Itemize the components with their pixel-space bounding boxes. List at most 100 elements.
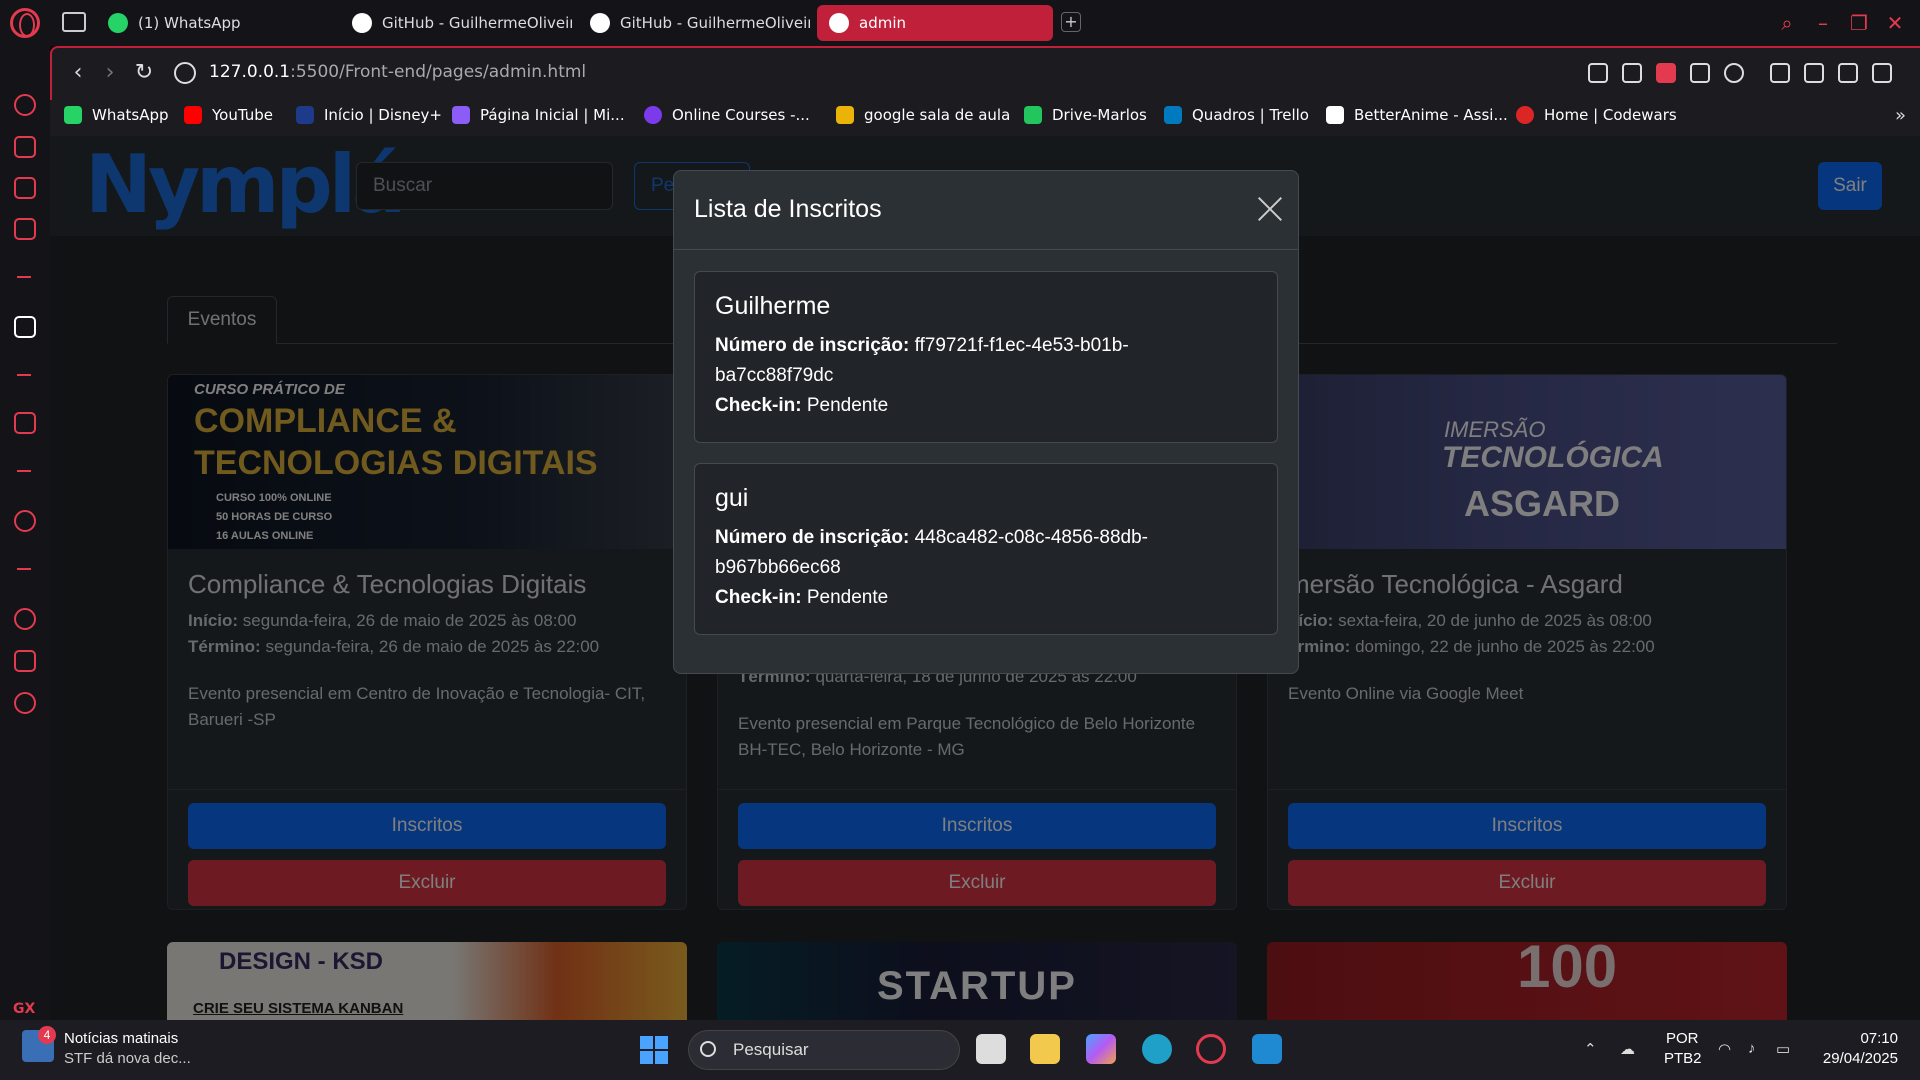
clock-date[interactable]: 29/04/2025 xyxy=(1818,1050,1898,1067)
edge-icon[interactable] xyxy=(1142,1034,1172,1064)
registration-value: b967bb66ec68 xyxy=(715,557,841,578)
ai-icon[interactable] xyxy=(14,136,36,158)
windows-start-icon[interactable] xyxy=(640,1036,668,1064)
subscriber-name: Guilherme xyxy=(715,292,831,320)
twitch-icon[interactable] xyxy=(14,412,36,434)
bookmark-classroom[interactable]: google sala de aula xyxy=(836,106,1010,124)
easy-setup-icon[interactable] xyxy=(1872,63,1892,83)
language-indicator[interactable]: POR xyxy=(1666,1030,1699,1047)
close-icon[interactable] xyxy=(1256,195,1284,223)
back-button[interactable]: ‹ xyxy=(66,62,90,86)
settings-gear-icon[interactable] xyxy=(14,692,36,714)
reload-button[interactable]: ↻ xyxy=(132,62,156,86)
checkin-value: Pendente xyxy=(806,587,889,608)
vscode-icon[interactable] xyxy=(1252,1034,1282,1064)
whatsapp-icon xyxy=(108,13,128,33)
extensions-icon[interactable] xyxy=(14,650,36,672)
sidebar-divider xyxy=(17,276,31,278)
task-view-icon[interactable] xyxy=(976,1034,1006,1064)
url-host: 127.0.0.1 xyxy=(209,62,291,82)
checkin-value: Pendente xyxy=(806,395,889,416)
player-icon[interactable] xyxy=(14,510,36,532)
bookmark-label: google sala de aula xyxy=(864,106,1011,124)
bookmark-microsoft[interactable]: Página Inicial | Mi... xyxy=(452,106,625,124)
app-icon[interactable] xyxy=(14,316,36,338)
gx-icon[interactable]: GX xyxy=(13,1001,35,1017)
site-info-icon[interactable] xyxy=(174,62,196,84)
disney-icon xyxy=(296,106,314,124)
battery-icon[interactable] xyxy=(1838,63,1858,83)
registration-value: ba7cc88f79dc xyxy=(715,365,834,386)
checkin-label: Check-in: xyxy=(715,587,802,608)
betteranime-icon xyxy=(1326,106,1344,124)
news-subtitle[interactable]: STF dá nova dec... xyxy=(64,1050,191,1067)
browser-tab-bar: (1) WhatsApp GitHub - GuilhermeOliveir G… xyxy=(0,0,1920,46)
messenger-icon[interactable] xyxy=(14,218,36,240)
history-icon[interactable] xyxy=(14,608,36,630)
profile-icon[interactable] xyxy=(1770,63,1790,83)
copilot-icon[interactable] xyxy=(1086,1034,1116,1064)
subscriber-card: Guilherme Número de inscrição: ff79721f-… xyxy=(694,271,1278,443)
play-icon[interactable] xyxy=(1690,63,1710,83)
subscriber-card: gui Número de inscrição: 448ca482-c08c-4… xyxy=(694,463,1278,635)
bookmark-whatsapp[interactable]: WhatsApp xyxy=(64,106,169,124)
bookmark-trello[interactable]: Quadros | Trello xyxy=(1164,106,1309,124)
opera-menu-icon[interactable] xyxy=(10,8,40,38)
bookmark-codewars[interactable]: Home | Codewars xyxy=(1516,106,1677,124)
close-window-button[interactable]: ✕ xyxy=(1884,12,1906,34)
modal-title: Lista de Inscritos xyxy=(694,195,882,223)
browser-sidebar: GX ••• xyxy=(0,46,50,1057)
volume-icon[interactable]: ♪ xyxy=(1748,1040,1756,1057)
subscriber-name: gui xyxy=(715,484,749,512)
pocket-icon[interactable] xyxy=(1656,63,1676,83)
forward-button[interactable]: › xyxy=(98,62,122,86)
bookmark-betteranime[interactable]: BetterAnime - Assi... xyxy=(1326,106,1508,124)
onedrive-icon[interactable]: ☁ xyxy=(1620,1040,1635,1058)
pin-icon[interactable] xyxy=(1588,63,1608,83)
url-field[interactable]: 127.0.0.1:5500/Front-end/pages/admin.htm… xyxy=(209,62,586,82)
registration-value: 448ca482-c08c-4856-88db- xyxy=(914,527,1149,548)
tab-github-1[interactable]: GitHub - GuilhermeOliveir xyxy=(340,5,572,41)
opera-gx-icon[interactable] xyxy=(1196,1034,1226,1064)
whatsapp-icon xyxy=(64,106,82,124)
battery-icon[interactable]: ▭ xyxy=(1776,1040,1790,1058)
keyboard-layout[interactable]: PTB2 xyxy=(1664,1050,1702,1067)
tab-whatsapp[interactable]: (1) WhatsApp xyxy=(96,5,326,41)
bookmark-label: Quadros | Trello xyxy=(1192,106,1309,124)
flow-icon[interactable] xyxy=(14,177,36,199)
new-tab-button[interactable]: + xyxy=(1061,12,1081,32)
tab-github-2[interactable]: GitHub - GuilhermeOliveir xyxy=(578,5,810,41)
tab-label: GitHub - GuilhermeOliveir xyxy=(382,14,572,32)
chevron-up-icon[interactable]: ⌃ xyxy=(1584,1040,1597,1058)
minimize-button[interactable]: – xyxy=(1812,12,1834,34)
search-tabs-icon[interactable]: ⌕ xyxy=(1776,12,1798,34)
search-icon xyxy=(700,1041,716,1057)
tab-label: admin xyxy=(859,14,906,32)
download-icon[interactable] xyxy=(1804,63,1824,83)
opera-icon xyxy=(829,13,849,33)
bookmarks-bar: WhatsApp YouTube Início | Disney+ Página… xyxy=(50,100,1920,136)
bookmark-label: Home | Codewars xyxy=(1544,106,1677,124)
bookmark-drive[interactable]: Drive-Marlos xyxy=(1024,106,1147,124)
clock-time[interactable]: 07:10 xyxy=(1838,1030,1898,1047)
news-title[interactable]: Notícias matinais xyxy=(64,1030,178,1047)
chevron-right-icon[interactable]: » xyxy=(1895,105,1906,126)
registration-number: Número de inscrição: ff79721f-f1ec-4e53-… xyxy=(715,331,1257,391)
courses-icon xyxy=(644,106,662,124)
file-explorer-icon[interactable] xyxy=(1030,1034,1060,1064)
bookmark-courses[interactable]: Online Courses -... xyxy=(644,106,810,124)
bookmark-disney[interactable]: Início | Disney+ xyxy=(296,106,442,124)
registration-label: Número de inscrição: xyxy=(715,527,910,548)
bookmark-youtube[interactable]: YouTube xyxy=(184,106,273,124)
checkin-status: Check-in: Pendente xyxy=(715,391,1257,421)
tab-admin[interactable]: admin xyxy=(817,5,1053,41)
bookmark-label: YouTube xyxy=(212,106,273,124)
tab-islands-icon[interactable] xyxy=(62,12,86,32)
wifi-icon[interactable]: ◠ xyxy=(1718,1040,1731,1058)
heart-icon[interactable] xyxy=(1724,63,1744,83)
restore-button[interactable]: ❐ xyxy=(1848,12,1870,34)
speed-dial-icon[interactable] xyxy=(14,94,36,116)
registration-number: Número de inscrição: 448ca482-c08c-4856-… xyxy=(715,523,1257,583)
snapshot-icon[interactable] xyxy=(1622,63,1642,83)
taskbar-search[interactable]: Pesquisar xyxy=(688,1030,960,1070)
